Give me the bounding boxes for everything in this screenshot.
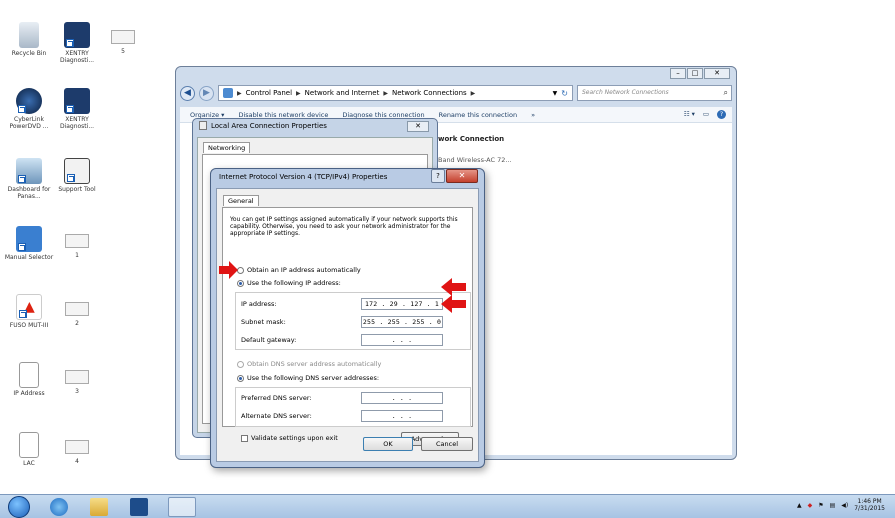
network-icon[interactable]: ▤	[830, 502, 836, 509]
annotation-arrows	[219, 261, 466, 313]
arrow-use-following-ip	[219, 261, 238, 279]
clock[interactable]: 1:46 PM 7/31/2015	[854, 498, 885, 512]
tab-general[interactable]: General	[223, 195, 259, 206]
volume-icon[interactable]: ◀)	[841, 502, 848, 509]
media-player-icon[interactable]	[130, 498, 148, 516]
clock-time: 1:46 PM	[857, 498, 882, 505]
arrow-subnet-mask	[441, 295, 466, 313]
arrow-ip-address	[441, 278, 466, 296]
clock-date: 7/31/2015	[854, 505, 885, 512]
tray-app-icon[interactable]: ◆	[808, 502, 813, 509]
action-center-icon[interactable]: ⚑	[818, 502, 823, 509]
taskbar: ▲ ◆ ⚑ ▤ ◀) 1:46 PM 7/31/2015	[0, 494, 895, 518]
file-explorer-icon[interactable]	[90, 498, 108, 516]
system-tray: ▲ ◆ ⚑ ▤ ◀) 1:46 PM 7/31/2015	[797, 498, 885, 512]
network-connections-taskbar-button[interactable]	[168, 497, 196, 517]
show-hidden-icons-icon[interactable]: ▲	[797, 502, 802, 509]
start-button[interactable]	[8, 496, 30, 518]
internet-explorer-icon[interactable]	[50, 498, 68, 516]
